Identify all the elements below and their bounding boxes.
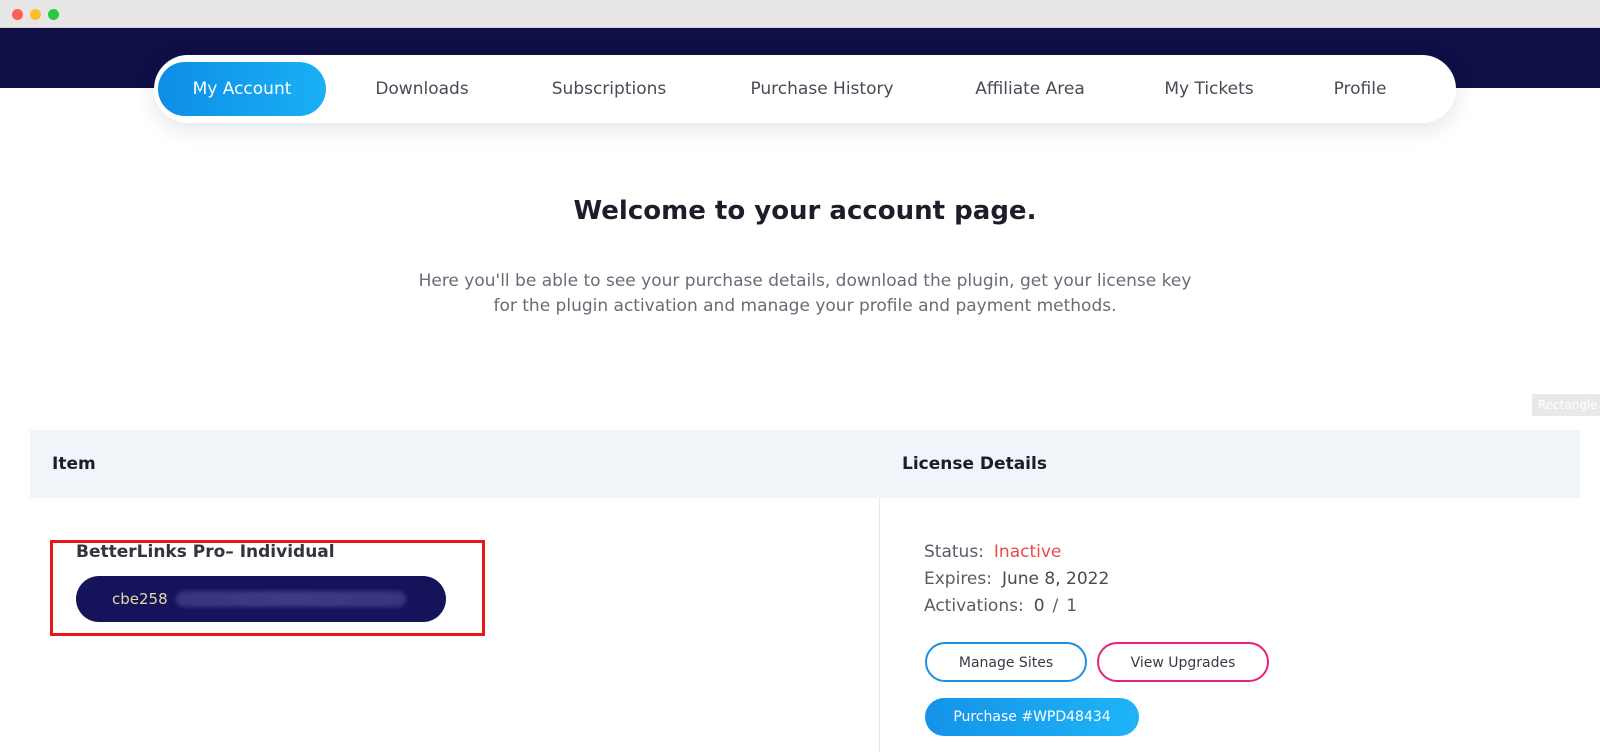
table-row: BetterLinks Pro– Individual cbe258 Statu… [30, 498, 1580, 752]
view-upgrades-button[interactable]: View Upgrades [1097, 642, 1269, 682]
minimize-window-icon[interactable] [30, 9, 41, 20]
welcome-description-line-1: Here you'll be able to see your purchase… [418, 271, 1192, 291]
activations-used: 0 [1033, 596, 1045, 616]
account-nav: My Account Downloads Subscriptions Purch… [154, 55, 1456, 123]
welcome-description: Here you'll be able to see your purchase… [390, 269, 1220, 319]
status-row: Status: Inactive [924, 542, 1061, 562]
tab-profile[interactable]: Profile [1314, 62, 1406, 116]
activations-label: Activations: [924, 596, 1024, 616]
manage-sites-button[interactable]: Manage Sites [925, 642, 1087, 682]
tab-downloads[interactable]: Downloads [354, 62, 490, 116]
column-header-license-details: License Details [902, 454, 1047, 474]
tab-my-tickets[interactable]: My Tickets [1144, 62, 1274, 116]
license-key-pill[interactable]: cbe258 [76, 576, 446, 622]
maximize-window-icon[interactable] [48, 9, 59, 20]
column-divider [879, 498, 880, 752]
expires-row: Expires: June 8, 2022 [924, 569, 1109, 589]
close-window-icon[interactable] [12, 9, 23, 20]
tab-affiliate-area[interactable]: Affiliate Area [954, 62, 1106, 116]
expires-label: Expires: [924, 569, 992, 589]
license-table: Item License Details BetterLinks Pro– In… [30, 430, 1580, 752]
activations-limit: 1 [1066, 596, 1078, 616]
table-header: Item License Details [30, 430, 1580, 498]
license-key-redaction [176, 591, 406, 607]
status-label: Status: [924, 542, 984, 562]
tab-my-account[interactable]: My Account [158, 62, 326, 116]
status-badge: Inactive [993, 542, 1062, 562]
window-titlebar [0, 0, 1600, 28]
activations-row: Activations: 0 / 1 [924, 596, 1077, 616]
expires-value: June 8, 2022 [1001, 569, 1110, 589]
page-viewport: My Account Downloads Subscriptions Purch… [0, 28, 1600, 752]
column-header-item: Item [52, 454, 96, 474]
item-name: BetterLinks Pro– Individual [76, 542, 335, 562]
activations-separator: / [1052, 596, 1059, 616]
purchase-button[interactable]: Purchase #WPD48434 [925, 698, 1139, 736]
rectangle-tag: Rectangle [1532, 394, 1600, 416]
tab-subscriptions[interactable]: Subscriptions [539, 62, 679, 116]
license-key-text: cbe258 [112, 590, 168, 608]
tab-purchase-history[interactable]: Purchase History [729, 62, 915, 116]
page-title: Welcome to your account page. [573, 196, 1037, 226]
welcome-description-line-2: for the plugin activation and manage you… [493, 296, 1117, 316]
